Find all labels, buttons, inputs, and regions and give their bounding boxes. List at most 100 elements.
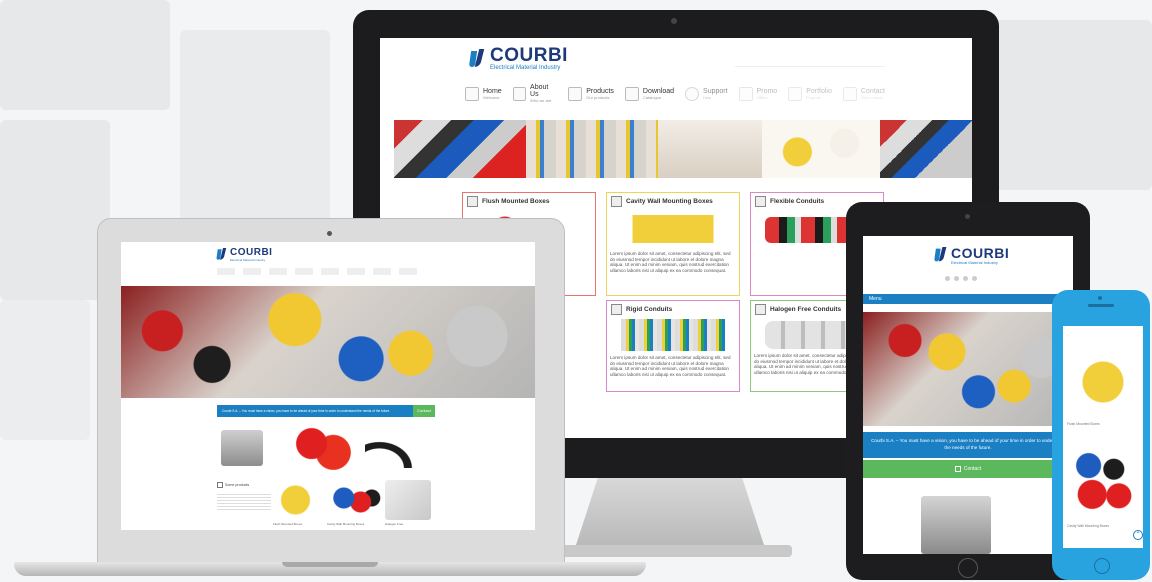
nav-sub: Get in touch bbox=[860, 94, 883, 100]
tablet-camera bbox=[965, 214, 970, 219]
card-title: Halogen Free Conduits bbox=[770, 306, 842, 313]
nav-item[interactable] bbox=[243, 268, 261, 275]
nav-item[interactable] bbox=[269, 268, 287, 275]
laptop-camera bbox=[327, 231, 332, 236]
nav-label: Portfolio bbox=[806, 87, 832, 95]
tablet-home-button[interactable] bbox=[958, 558, 978, 578]
lock-icon bbox=[954, 465, 961, 472]
some-products-text bbox=[217, 494, 271, 510]
product-thumb[interactable] bbox=[327, 480, 383, 520]
card-title: Cavity Wall Mounting Boxes bbox=[626, 198, 713, 205]
card-image bbox=[621, 319, 725, 351]
nav-item-home[interactable]: Home Welcome bbox=[465, 84, 502, 103]
product-caption: Halogen Free bbox=[385, 522, 404, 526]
tablet-logo[interactable]: COURBI Electrical Material Industry bbox=[934, 246, 1009, 265]
scroll-top-icon[interactable]: ⌃ bbox=[1133, 530, 1143, 540]
card-icon bbox=[755, 304, 766, 315]
nav-item-portfolio[interactable]: Portfolio Projects bbox=[788, 84, 832, 103]
nav-item[interactable] bbox=[373, 268, 391, 275]
product-image-socket bbox=[221, 430, 263, 466]
desktop-logo[interactable]: COURBI Electrical Material Industry bbox=[468, 45, 568, 71]
nav-sub: Offers bbox=[756, 94, 768, 100]
nav-sub: Catalogue bbox=[642, 94, 662, 100]
tablet-social-icons bbox=[945, 276, 977, 281]
courbi-logo-icon bbox=[934, 246, 947, 261]
social-icon[interactable] bbox=[972, 276, 977, 281]
product-caption: Cavity Wall Mounting Boxes bbox=[327, 522, 365, 526]
product-image-boxes bbox=[1067, 444, 1139, 516]
courbi-logo-icon bbox=[468, 48, 485, 69]
card-title-row: Flush Mounted Boxes bbox=[467, 196, 591, 207]
card-description: Lorem ipsum dolor sit amet, consectetur … bbox=[610, 251, 731, 274]
card-image bbox=[625, 215, 721, 243]
hero-collage bbox=[394, 120, 972, 178]
contact-label: Contact bbox=[963, 466, 982, 472]
nav-item-about[interactable]: About Us Who we are bbox=[512, 84, 558, 103]
product-card[interactable]: Cavity Wall Mounting Boxes Lorem ipsum d… bbox=[606, 192, 740, 296]
nav-sub: Projects bbox=[806, 94, 821, 100]
phone-home-button[interactable] bbox=[1094, 558, 1110, 574]
monitor-base bbox=[548, 545, 792, 557]
laptop-hinge bbox=[282, 562, 378, 567]
nav-sub: Welcome bbox=[483, 94, 500, 100]
grid-icon bbox=[788, 86, 803, 101]
card-title-row: Cavity Wall Mounting Boxes bbox=[611, 196, 735, 207]
tablet-hero-image bbox=[863, 312, 1073, 426]
tag-icon bbox=[738, 86, 753, 101]
laptop-hero-image bbox=[121, 286, 535, 398]
laptop-nav bbox=[217, 268, 437, 276]
laptop-contact-button[interactable]: Contact bbox=[413, 405, 435, 417]
nav-label: Support bbox=[703, 87, 728, 95]
product-image-conduit-bends bbox=[365, 422, 437, 468]
card-icon bbox=[611, 196, 622, 207]
brand-tagline: Electrical Material Industry bbox=[230, 258, 266, 262]
nav-item[interactable] bbox=[295, 268, 313, 275]
card-icon bbox=[467, 196, 478, 207]
laptop-logo[interactable]: COURBI Electrical Material Industry bbox=[216, 248, 272, 262]
social-icon[interactable] bbox=[963, 276, 968, 281]
quote-text: Courbi S.A. – You must have a vision, yo… bbox=[871, 438, 1065, 450]
social-icon[interactable] bbox=[945, 276, 950, 281]
nav-label: Promo bbox=[756, 87, 778, 95]
some-products-heading: Some products bbox=[217, 482, 271, 488]
social-icon[interactable] bbox=[954, 276, 959, 281]
monitor-stand bbox=[575, 478, 765, 548]
product-thumb[interactable] bbox=[273, 480, 323, 520]
collage-tile-yellow-boxes bbox=[762, 120, 880, 178]
mail-icon bbox=[842, 86, 857, 101]
nav-label: Products bbox=[586, 87, 614, 95]
tablet-menu-bar[interactable]: Menu bbox=[863, 294, 1073, 304]
nav-item[interactable] bbox=[321, 268, 339, 275]
background-panel bbox=[0, 0, 170, 110]
product-caption: Flush Mounted Boxes bbox=[273, 522, 303, 526]
product-thumb[interactable] bbox=[385, 480, 431, 520]
collage-tile-pipes bbox=[526, 120, 658, 178]
nav-item-promo[interactable]: Promo Offers bbox=[738, 84, 778, 103]
nav-sub: Help bbox=[703, 94, 712, 100]
info-icon bbox=[512, 86, 527, 101]
collage-tile-conduits bbox=[394, 120, 526, 178]
contact-label: Contact bbox=[417, 408, 431, 413]
nav-item-download[interactable]: Download Catalogue bbox=[624, 84, 675, 103]
nav-item[interactable] bbox=[399, 268, 417, 275]
phone-screen: Flush Mounted Boxes Cavity Wall Mounting… bbox=[1063, 326, 1143, 548]
nav-item[interactable] bbox=[217, 268, 235, 275]
desktop-search[interactable] bbox=[735, 54, 885, 67]
nav-label: About Us bbox=[530, 84, 549, 98]
collage-tile-boxes bbox=[658, 120, 762, 178]
phone-camera bbox=[1098, 296, 1102, 300]
nav-item[interactable] bbox=[347, 268, 365, 275]
tablet-contact-button[interactable]: Contact bbox=[863, 460, 1073, 478]
nav-label: Download bbox=[642, 87, 675, 95]
product-card[interactable]: Rigid Conduits Lorem ipsum dolor sit ame… bbox=[606, 300, 740, 392]
brand-name: COURBI bbox=[490, 45, 568, 66]
card-title-row: Rigid Conduits bbox=[611, 304, 735, 315]
nav-item-contact[interactable]: Contact Get in touch bbox=[842, 84, 885, 103]
background-panel bbox=[0, 120, 110, 300]
background-panel bbox=[180, 30, 330, 230]
nav-item-products[interactable]: Products Our products bbox=[568, 84, 614, 103]
box-icon bbox=[568, 86, 583, 101]
background-panel bbox=[0, 300, 90, 440]
nav-item-support[interactable]: Support Help bbox=[685, 84, 728, 103]
card-title: Rigid Conduits bbox=[626, 306, 673, 313]
